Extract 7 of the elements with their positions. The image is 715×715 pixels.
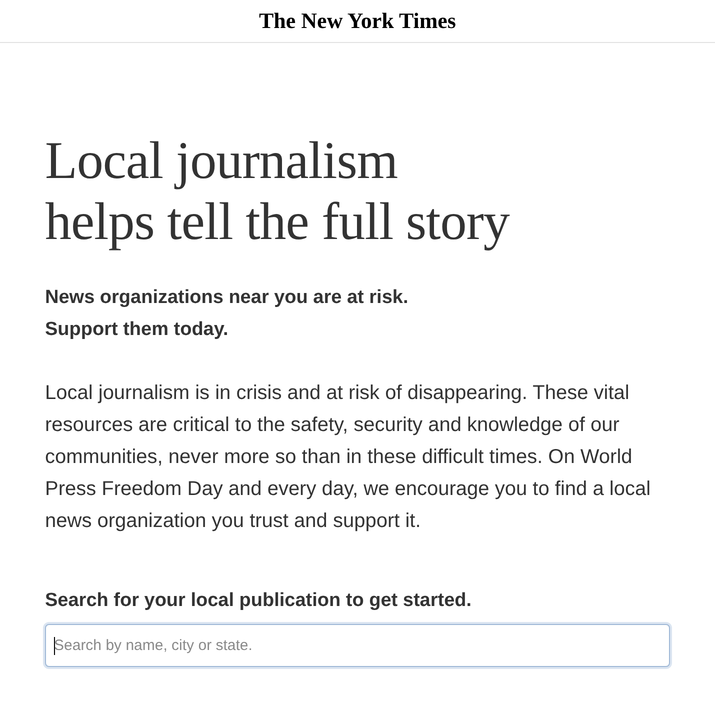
headline: Local journalism helps tell the full story bbox=[45, 131, 511, 253]
search-field[interactable]: Search by name, city or state. bbox=[45, 624, 670, 667]
body-paragraph: Local journalism is in crisis and at risk of disappearing. These vital resources are critical to the safety, security and knowledge of our communities, never more so than in these difficult times. On World Press Freedom Day and every day, we encourage you to find a local news organization you trust and support it. bbox=[45, 381, 652, 534]
text-cursor bbox=[54, 637, 55, 655]
site-logo[interactable]: The New York Times bbox=[259, 8, 456, 34]
search-label: Search for your local publication to get started. bbox=[45, 589, 473, 613]
subheading: News organizations near you are at risk. Support them today. bbox=[45, 286, 410, 342]
